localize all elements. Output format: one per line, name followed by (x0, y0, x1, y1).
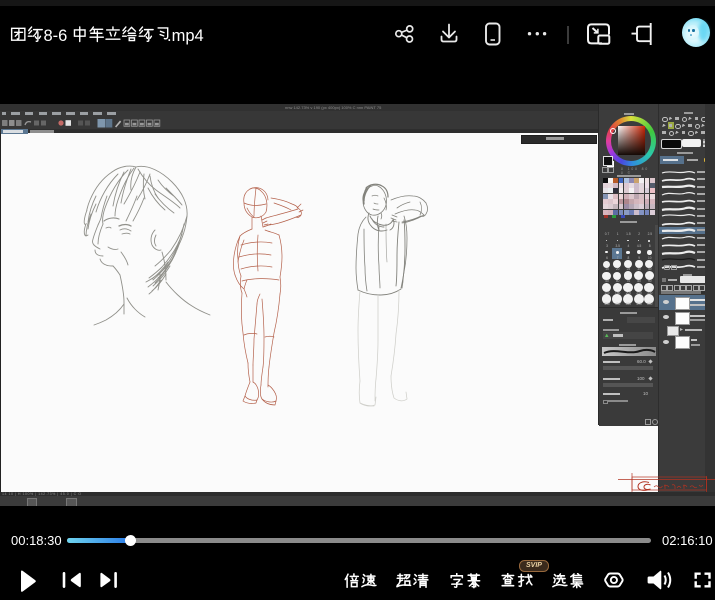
svg-text:.mp4: .mp4 (167, 27, 204, 45)
svg-text:8-6: 8-6 (44, 27, 68, 45)
